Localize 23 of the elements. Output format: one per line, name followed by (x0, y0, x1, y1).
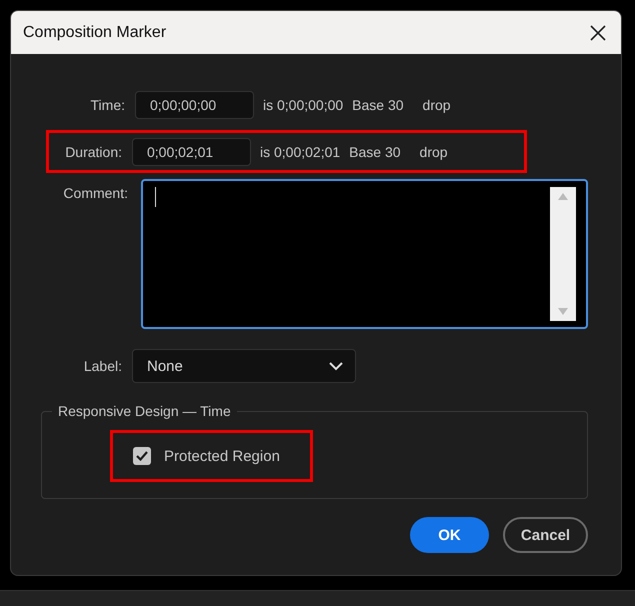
close-icon[interactable] (589, 24, 607, 42)
window-title: Composition Marker (23, 24, 166, 42)
checkbox[interactable] (133, 447, 151, 465)
field-label: Label: (82, 358, 122, 374)
drop-frame-label: drop (422, 96, 451, 112)
field-label: Duration: (64, 144, 122, 160)
chevron-down-icon (329, 362, 343, 370)
ok-button[interactable]: OK (410, 517, 489, 553)
field-label: Comment: (62, 184, 128, 203)
base-reading: Base 30 (352, 96, 404, 112)
field-label: Time: (90, 96, 125, 112)
drop-frame-label: drop (420, 144, 448, 160)
protected-region-checkbox[interactable]: Protected Region (110, 430, 313, 482)
text-cursor (155, 187, 156, 207)
timecode-reading: is 0;00;02;01 (260, 144, 340, 160)
cancel-button[interactable]: Cancel (503, 517, 588, 553)
base-reading: Base 30 (349, 144, 401, 160)
timecode-field[interactable]: 0;00;00;00 (135, 90, 254, 118)
timecode-field[interactable]: 0;00;02;01 (132, 138, 251, 166)
timecode-reading: is 0;00;00;00 (263, 96, 344, 112)
group-title: Responsive Design — Time (57, 403, 232, 419)
label-dropdown[interactable]: None (132, 349, 356, 383)
comment-field[interactable] (141, 179, 588, 329)
